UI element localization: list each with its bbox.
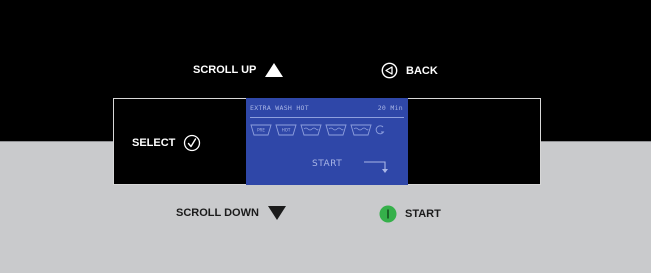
- stage-rinse-icon: [325, 124, 347, 136]
- svg-text:HOT: HOT: [282, 128, 291, 133]
- spin-icon: [375, 125, 385, 135]
- power-icon: [379, 205, 397, 223]
- check-icon: [184, 134, 201, 152]
- stage-pre-icon: PRE: [250, 124, 272, 136]
- stage-final-rinse-icon: [350, 124, 372, 136]
- select-button[interactable]: SELECT: [132, 134, 201, 152]
- back-icon: [381, 62, 398, 79]
- scroll-down-label: SCROLL DOWN: [176, 207, 259, 219]
- arrow-down-right-icon: [364, 161, 388, 173]
- stage-hot-icon: HOT: [275, 124, 297, 136]
- stage-wash-icon: [300, 124, 322, 136]
- triangle-up-icon: [265, 63, 284, 77]
- scroll-down-button[interactable]: SCROLL DOWN: [176, 205, 287, 221]
- start-label: START: [405, 208, 441, 220]
- lcd-separator: [250, 117, 404, 118]
- scroll-up-button[interactable]: SCROLL UP: [193, 62, 284, 78]
- lcd-display: EXTRA WASH HOT 20 Min PRE HOT START: [246, 98, 408, 185]
- select-label: SELECT: [132, 137, 176, 149]
- back-label: BACK: [406, 64, 438, 77]
- back-button[interactable]: BACK: [381, 62, 438, 79]
- triangle-down-icon: [267, 206, 286, 220]
- svg-text:PRE: PRE: [257, 128, 265, 133]
- stage-icons: PRE HOT: [250, 124, 385, 136]
- program-name: EXTRA WASH HOT: [250, 104, 309, 112]
- start-button[interactable]: START: [379, 205, 441, 223]
- lcd-start-text: START: [312, 159, 343, 169]
- scroll-up-label: SCROLL UP: [193, 64, 257, 76]
- time-remaining: 20 Min: [377, 104, 403, 112]
